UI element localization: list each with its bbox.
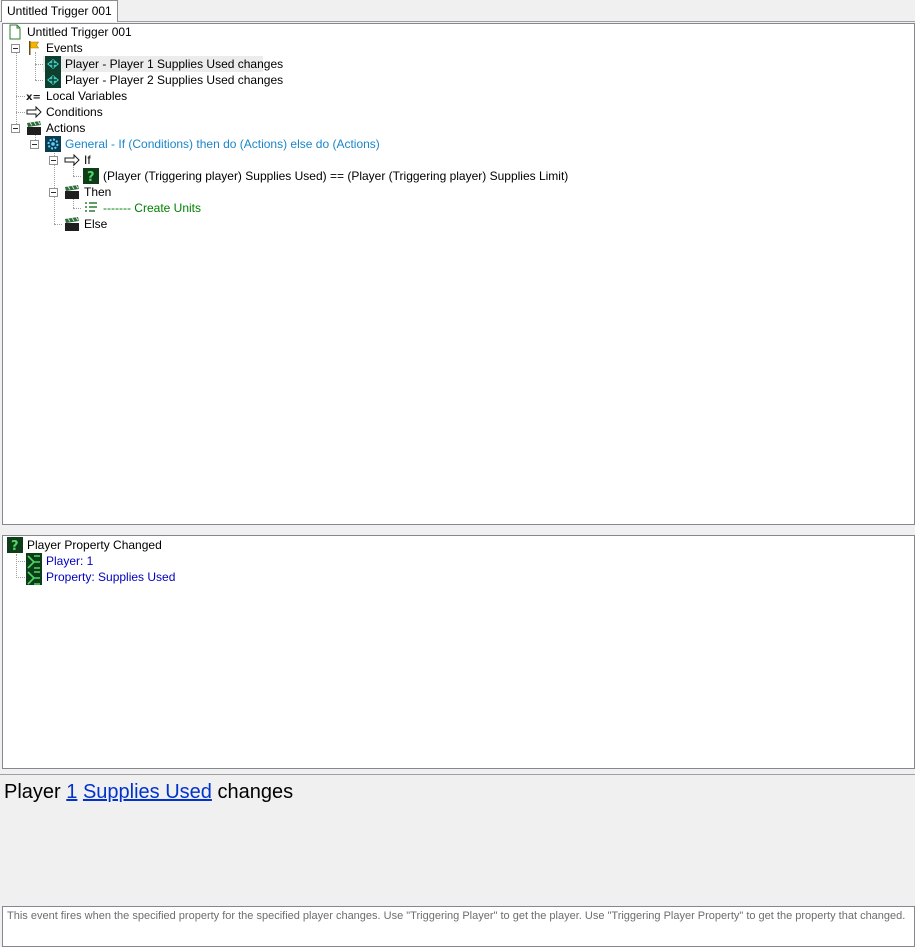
tree-item-label: Player - Player 1 Supplies Used changes xyxy=(65,57,284,71)
tree-item-label: Untitled Trigger 001 xyxy=(27,25,132,39)
detail-item-title[interactable]: ? Player Property Changed xyxy=(3,537,243,553)
tree-item-then[interactable]: Then xyxy=(3,184,203,200)
tree-item-label: Player - Player 2 Supplies Used changes xyxy=(65,73,284,87)
sentence-link-property[interactable]: Supplies Used xyxy=(83,781,212,803)
tree-item-label: ------- Create Units xyxy=(103,201,201,215)
tree-item-events[interactable]: Events xyxy=(3,40,303,56)
sentence-text: changes xyxy=(217,781,294,803)
event-detail-tree[interactable]: ? Player Property Changed Player: 1 Prop… xyxy=(2,535,915,769)
collapse-toggle[interactable] xyxy=(11,44,20,53)
tree-item-local-variables[interactable]: x= Local Variables xyxy=(3,88,203,104)
tree-item-label: Events xyxy=(46,41,83,55)
svg-text:?: ? xyxy=(87,170,95,184)
tree-item-label: Else xyxy=(84,217,108,231)
collapse-toggle[interactable] xyxy=(11,124,20,133)
tree-item-label: Property: Supplies Used xyxy=(46,570,176,584)
tree-item-label: (Player (Triggering player) Supplies Use… xyxy=(103,169,569,183)
sentence-text: Player xyxy=(4,781,61,803)
sentence-link-player[interactable]: 1 xyxy=(66,781,77,803)
tree-line xyxy=(35,80,43,81)
conditions-arrow-icon xyxy=(64,153,80,167)
condition-question-icon: ? xyxy=(83,168,99,184)
conditions-arrow-icon xyxy=(26,105,42,119)
tree-item-event-1[interactable]: Player - Player 1 Supplies Used changes xyxy=(43,56,283,72)
player-event-icon xyxy=(45,72,61,88)
event-sentence: Player 1 Supplies Used changes xyxy=(4,781,293,804)
actions-clapper-icon xyxy=(65,185,79,199)
svg-text:x=: x= xyxy=(26,92,41,103)
trigger-tree[interactable]: Untitled Trigger 001 Events Player - Pla… xyxy=(2,23,915,525)
detail-item-property[interactable]: Property: Supplies Used xyxy=(3,569,223,585)
tree-item-condition[interactable]: ? (Player (Triggering player) Supplies U… xyxy=(3,168,568,184)
actions-clapper-icon xyxy=(27,121,41,135)
condition-question-icon: ? xyxy=(7,537,23,553)
tree-item-actions[interactable]: Actions xyxy=(3,120,203,136)
parameter-icon xyxy=(26,553,42,569)
tree-item-general-if[interactable]: General - If (Conditions) then do (Actio… xyxy=(3,136,403,152)
tree-item-else[interactable]: Else xyxy=(3,216,203,232)
events-flag-icon xyxy=(29,41,40,55)
document-icon xyxy=(9,24,21,40)
splitter-horizontal[interactable] xyxy=(0,525,915,533)
tree-item-label: If xyxy=(84,153,91,167)
collapse-toggle[interactable] xyxy=(49,188,58,197)
svg-text:?: ? xyxy=(11,539,19,553)
collapse-toggle[interactable] xyxy=(49,156,58,165)
local-variables-icon: x= xyxy=(26,92,41,103)
collapse-toggle[interactable] xyxy=(30,140,39,149)
tree-line xyxy=(35,64,43,65)
tree-line xyxy=(35,52,36,80)
tree-item-if[interactable]: If xyxy=(3,152,203,168)
tab-strip: Untitled Trigger 001 xyxy=(0,0,915,22)
general-gear-icon xyxy=(45,136,61,152)
player-event-icon xyxy=(45,56,61,72)
sentence-editor: Player 1 Supplies Used changes xyxy=(0,774,915,906)
tab-untitled-trigger[interactable]: Untitled Trigger 001 xyxy=(1,0,118,22)
tree-item-root[interactable]: Untitled Trigger 001 xyxy=(3,24,303,40)
tree-item-label: Local Variables xyxy=(46,89,128,103)
tree-item-label: Actions xyxy=(46,121,86,135)
tree-item-event-2[interactable]: Player - Player 2 Supplies Used changes xyxy=(43,72,283,88)
detail-item-player[interactable]: Player: 1 xyxy=(3,553,203,569)
description-box: This event fires when the specified prop… xyxy=(2,906,915,947)
actions-clapper-icon xyxy=(65,217,79,231)
tree-item-conditions[interactable]: Conditions xyxy=(3,104,203,120)
tree-item-label: Then xyxy=(84,185,112,199)
comment-lines-icon xyxy=(85,202,97,212)
tree-item-label: Player: 1 xyxy=(46,554,94,568)
tree-item-label: General - If (Conditions) then do (Actio… xyxy=(65,137,380,151)
tree-item-comment[interactable]: ------- Create Units xyxy=(3,200,263,216)
tree-item-label: Player Property Changed xyxy=(27,538,162,552)
parameter-icon xyxy=(26,569,42,585)
tree-item-label: Conditions xyxy=(46,105,103,119)
